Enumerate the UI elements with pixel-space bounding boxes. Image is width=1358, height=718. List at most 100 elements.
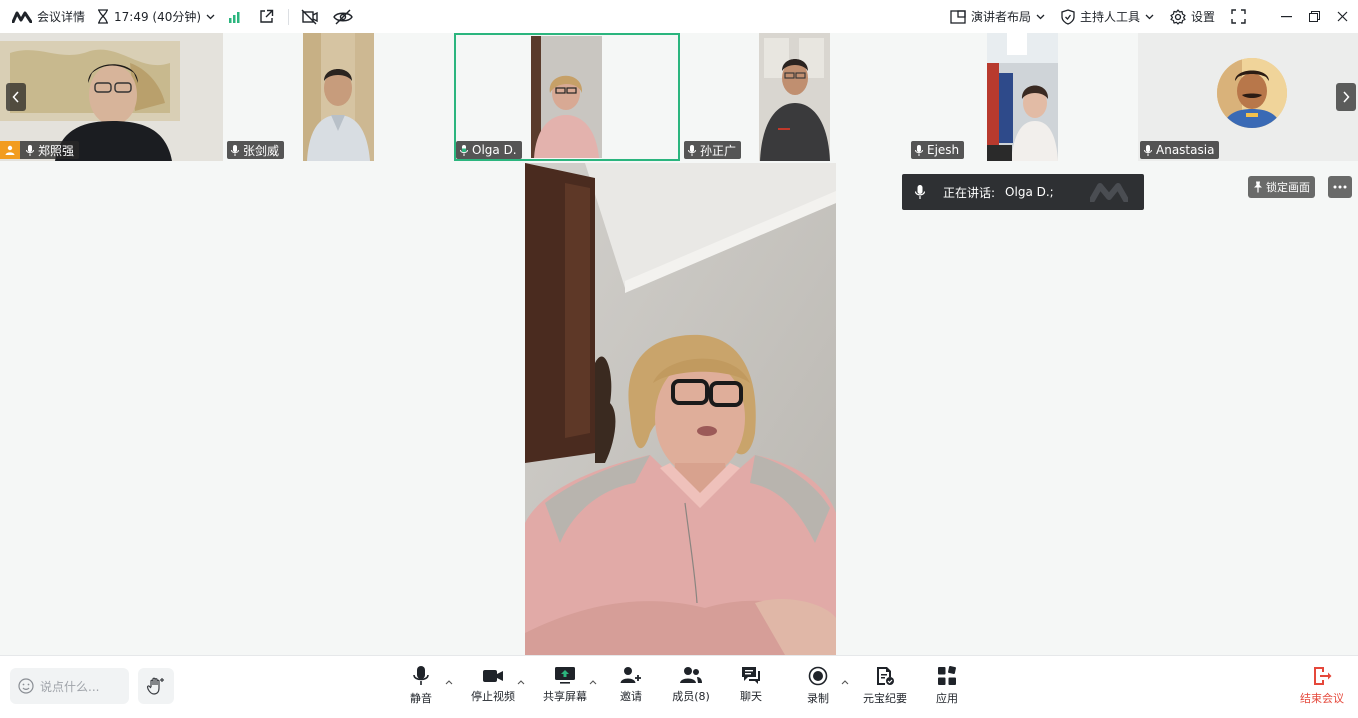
- minimize-button[interactable]: [1272, 0, 1300, 33]
- shield-icon: [1061, 8, 1075, 25]
- chevron-left-icon: [12, 91, 20, 103]
- add-user-icon: [620, 666, 642, 684]
- meeting-toolbar: 说点什么... 静音 停止视频 共享屏幕 邀请 成员(8) 聊天 录制 元宝纪要…: [0, 655, 1358, 718]
- restore-button[interactable]: [1300, 0, 1328, 33]
- share-options-chevron[interactable]: [589, 680, 597, 685]
- ai-summary-button[interactable]: 元宝纪要: [861, 666, 909, 706]
- chat-button[interactable]: 聊天: [737, 666, 765, 704]
- main-speaker-video: [525, 163, 836, 655]
- participant-name-chip: 孙正广: [684, 141, 742, 159]
- microphone-icon: [1144, 144, 1152, 156]
- microphone-icon: [915, 185, 925, 199]
- stop-video-button[interactable]: 停止视频: [468, 666, 518, 704]
- chevron-down-icon: [206, 14, 215, 20]
- record-button[interactable]: 录制: [804, 666, 832, 706]
- participant-tile-active[interactable]: Olga D.: [454, 33, 680, 161]
- speaking-name: Olga D.;: [1005, 185, 1054, 199]
- participant-name: Ejesh: [927, 143, 960, 157]
- more-options-button[interactable]: [1328, 176, 1352, 198]
- share-screen-button[interactable]: 共享屏幕: [541, 666, 589, 704]
- end-meeting-button[interactable]: 结束会议: [1297, 666, 1347, 706]
- participant-name-chip: Anastasia: [1140, 141, 1220, 159]
- raise-hand-button[interactable]: [138, 668, 174, 704]
- stop-video-label: 停止视频: [471, 690, 515, 703]
- ai-summary-label: 元宝纪要: [863, 692, 907, 705]
- mute-label: 静音: [410, 692, 432, 705]
- record-icon: [808, 666, 828, 686]
- chevron-down-icon: [1036, 14, 1045, 20]
- participant-tile[interactable]: 郑照强: [0, 33, 223, 161]
- participant-name: 孙正广: [700, 143, 737, 158]
- record-label: 录制: [807, 692, 829, 705]
- speaking-label: 正在讲话:: [943, 185, 996, 200]
- participant-tile[interactable]: 张剑威: [227, 33, 450, 161]
- participant-name: Olga D.: [472, 143, 517, 157]
- close-icon: [1337, 11, 1348, 22]
- chat-bubble-icon: [741, 666, 761, 684]
- title-bar: 会议详情 17:49 (40分钟) 演讲者布局 主持人工具 设置: [0, 0, 1358, 33]
- minimize-icon: [1280, 15, 1292, 18]
- meeting-details-label: 会议详情: [37, 10, 86, 24]
- pin-icon: [1253, 181, 1263, 193]
- gear-icon: [1170, 8, 1186, 25]
- close-button[interactable]: [1328, 0, 1356, 33]
- apps-grid-icon: [937, 666, 957, 686]
- invite-label: 邀请: [620, 690, 642, 703]
- microphone-icon: [688, 144, 696, 156]
- participant-name: 张剑威: [243, 143, 280, 158]
- quick-chat-input[interactable]: 说点什么...: [10, 668, 129, 704]
- members-icon: [679, 666, 703, 684]
- more-dots-icon: [1333, 185, 1347, 189]
- summary-document-icon: [875, 666, 895, 686]
- hide-non-video-icon[interactable]: [301, 0, 319, 33]
- end-meeting-label: 结束会议: [1300, 692, 1344, 705]
- settings-label: 设置: [1190, 10, 1215, 24]
- microphone-icon: [413, 666, 429, 686]
- members-button[interactable]: 成员(8): [672, 666, 710, 704]
- next-page-button[interactable]: [1336, 83, 1356, 111]
- share-screen-icon: [554, 666, 576, 684]
- participant-name-chip: Ejesh: [911, 141, 965, 159]
- share-screen-label: 共享屏幕: [543, 690, 587, 703]
- participant-tile[interactable]: Ejesh: [911, 33, 1134, 161]
- meeting-details-button[interactable]: 会议详情: [12, 0, 85, 33]
- previous-page-button[interactable]: [6, 83, 26, 111]
- microphone-icon: [915, 144, 923, 156]
- emoji-icon: [18, 678, 34, 694]
- mute-button[interactable]: 静音: [407, 666, 435, 706]
- participant-tile[interactable]: Anastasia: [1138, 33, 1358, 161]
- lock-view-button[interactable]: 锁定画面: [1248, 176, 1315, 198]
- participant-name: 郑照强: [38, 143, 75, 158]
- participant-tile[interactable]: 孙正广: [684, 33, 907, 161]
- video-camera-icon: [482, 666, 504, 684]
- invite-button[interactable]: 邀请: [617, 666, 645, 704]
- lock-view-label: 锁定画面: [1266, 181, 1310, 194]
- hourglass-icon: [97, 9, 109, 24]
- layout-icon: [950, 9, 966, 24]
- participant-name-chip: 郑照强: [0, 141, 80, 159]
- record-options-chevron[interactable]: [841, 680, 849, 685]
- participant-name-chip: 张剑威: [227, 141, 285, 159]
- exit-door-icon: [1312, 666, 1332, 686]
- signal-strength-icon[interactable]: [229, 0, 243, 33]
- apps-label: 应用: [936, 692, 958, 705]
- host-person-icon: [0, 141, 20, 159]
- fullscreen-icon[interactable]: [1231, 0, 1246, 33]
- host-tools-button[interactable]: 主持人工具: [1061, 0, 1154, 33]
- hide-self-view-icon[interactable]: [333, 0, 353, 33]
- microphone-icon: [231, 144, 239, 156]
- chevron-right-icon: [1342, 91, 1350, 103]
- host-tools-label: 主持人工具: [1079, 10, 1140, 24]
- participant-name: Anastasia: [1156, 143, 1215, 157]
- timer-button[interactable]: 17:49 (40分钟): [97, 0, 215, 33]
- layout-button[interactable]: 演讲者布局: [950, 0, 1045, 33]
- participant-strip: 郑照强 张剑威 Olga D. 孙正广 Ejesh Anastasia: [0, 33, 1358, 161]
- settings-button[interactable]: 设置: [1170, 0, 1215, 33]
- mute-options-chevron[interactable]: [445, 680, 453, 685]
- video-options-chevron[interactable]: [517, 680, 525, 685]
- apps-button[interactable]: 应用: [933, 666, 961, 706]
- pop-out-icon[interactable]: [259, 0, 274, 33]
- restore-icon: [1308, 11, 1320, 22]
- speaking-indicator: 正在讲话: Olga D.;: [902, 174, 1144, 210]
- participant-name-chip: Olga D.: [456, 141, 522, 159]
